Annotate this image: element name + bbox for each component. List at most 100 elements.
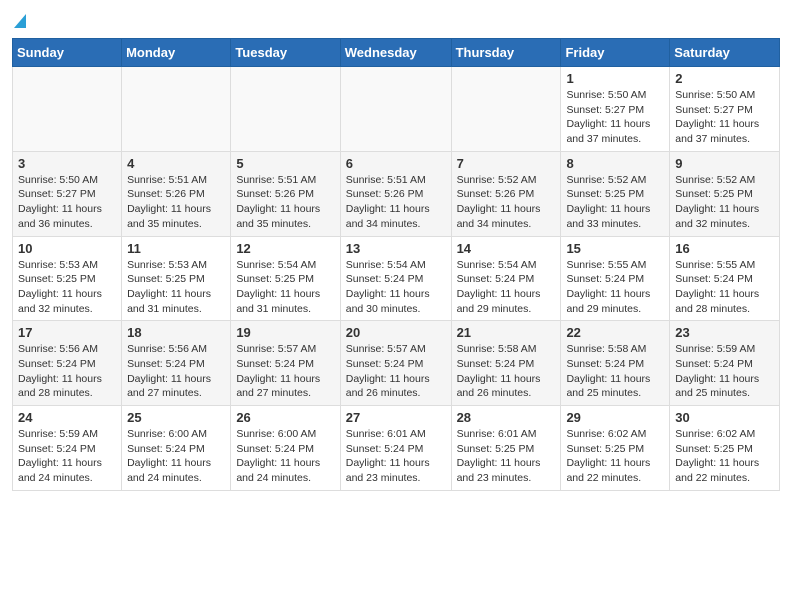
day-number: 3 [18, 156, 116, 171]
weekday-header-thursday: Thursday [451, 39, 561, 67]
day-info: Sunrise: 5:52 AM Sunset: 5:25 PM Dayligh… [675, 173, 774, 232]
weekday-header-sunday: Sunday [13, 39, 122, 67]
day-info: Sunrise: 5:55 AM Sunset: 5:24 PM Dayligh… [675, 258, 774, 317]
calendar-container: SundayMondayTuesdayWednesdayThursdayFrid… [0, 0, 792, 503]
logo [12, 14, 26, 30]
calendar-cell: 29Sunrise: 6:02 AM Sunset: 5:25 PM Dayli… [561, 406, 670, 491]
day-info: Sunrise: 5:50 AM Sunset: 5:27 PM Dayligh… [18, 173, 116, 232]
calendar-cell: 4 Sunrise: 5:51 AM Sunset: 5:26 PM Daylig… [122, 151, 231, 236]
calendar-cell: 14 Sunrise: 5:54 AM Sunset: 5:24 PM Dayli… [451, 236, 561, 321]
weekday-header-saturday: Saturday [670, 39, 780, 67]
calendar-cell [340, 67, 451, 152]
day-number: 21 [457, 325, 556, 340]
calendar-cell: 9Sunrise: 5:52 AM Sunset: 5:25 PM Daylig… [670, 151, 780, 236]
calendar-cell: 24 Sunrise: 5:59 AM Sunset: 5:24 PM Dayli… [13, 406, 122, 491]
calendar-cell: 1 Sunrise: 5:50 AM Sunset: 5:27 PM Daylig… [561, 67, 670, 152]
day-info: Sunrise: 5:56 AM Sunset: 5:24 PM Dayligh… [127, 342, 225, 401]
weekday-header-friday: Friday [561, 39, 670, 67]
day-info: Sunrise: 6:00 AM Sunset: 5:24 PM Dayligh… [236, 427, 334, 486]
day-number: 8 [566, 156, 664, 171]
calendar-cell [13, 67, 122, 152]
calendar-cell: 5Sunrise: 5:51 AM Sunset: 5:26 PM Daylig… [231, 151, 340, 236]
calendar-cell: 30 Sunrise: 6:02 AM Sunset: 5:25 PM Dayli… [670, 406, 780, 491]
calendar-cell: 8 Sunrise: 5:52 AM Sunset: 5:25 PM Daylig… [561, 151, 670, 236]
day-number: 29 [566, 410, 664, 425]
calendar-cell: 19 Sunrise: 5:57 AM Sunset: 5:24 PM Dayli… [231, 321, 340, 406]
day-info: Sunrise: 5:54 AM Sunset: 5:24 PM Dayligh… [457, 258, 556, 317]
day-number: 15 [566, 241, 664, 256]
day-info: Sunrise: 5:51 AM Sunset: 5:26 PM Dayligh… [127, 173, 225, 232]
day-info: Sunrise: 5:58 AM Sunset: 5:24 PM Dayligh… [457, 342, 556, 401]
calendar-week-3: 10 Sunrise: 5:53 AM Sunset: 5:25 PM Dayli… [13, 236, 780, 321]
day-number: 7 [457, 156, 556, 171]
calendar-cell: 3 Sunrise: 5:50 AM Sunset: 5:27 PM Daylig… [13, 151, 122, 236]
calendar-week-1: 1 Sunrise: 5:50 AM Sunset: 5:27 PM Daylig… [13, 67, 780, 152]
calendar-cell [122, 67, 231, 152]
calendar-week-5: 24 Sunrise: 5:59 AM Sunset: 5:24 PM Dayli… [13, 406, 780, 491]
calendar-cell: 25 Sunrise: 6:00 AM Sunset: 5:24 PM Dayli… [122, 406, 231, 491]
day-info: Sunrise: 5:50 AM Sunset: 5:27 PM Dayligh… [675, 88, 774, 147]
weekday-header-row: SundayMondayTuesdayWednesdayThursdayFrid… [13, 39, 780, 67]
calendar-cell [231, 67, 340, 152]
calendar-cell [451, 67, 561, 152]
calendar-cell: 12 Sunrise: 5:54 AM Sunset: 5:25 PM Dayli… [231, 236, 340, 321]
day-number: 10 [18, 241, 116, 256]
calendar-cell: 27Sunrise: 6:01 AM Sunset: 5:24 PM Dayli… [340, 406, 451, 491]
calendar-cell: 18 Sunrise: 5:56 AM Sunset: 5:24 PM Dayli… [122, 321, 231, 406]
calendar-cell: 11 Sunrise: 5:53 AM Sunset: 5:25 PM Dayli… [122, 236, 231, 321]
day-info: Sunrise: 5:59 AM Sunset: 5:24 PM Dayligh… [18, 427, 116, 486]
calendar-cell: 10 Sunrise: 5:53 AM Sunset: 5:25 PM Dayli… [13, 236, 122, 321]
day-number: 23 [675, 325, 774, 340]
calendar-cell: 16 Sunrise: 5:55 AM Sunset: 5:24 PM Dayli… [670, 236, 780, 321]
day-number: 25 [127, 410, 225, 425]
day-info: Sunrise: 5:53 AM Sunset: 5:25 PM Dayligh… [18, 258, 116, 317]
day-info: Sunrise: 5:57 AM Sunset: 5:24 PM Dayligh… [346, 342, 446, 401]
day-number: 1 [566, 71, 664, 86]
calendar-table: SundayMondayTuesdayWednesdayThursdayFrid… [12, 38, 780, 491]
day-number: 5 [236, 156, 334, 171]
day-number: 22 [566, 325, 664, 340]
day-number: 16 [675, 241, 774, 256]
day-number: 24 [18, 410, 116, 425]
day-number: 14 [457, 241, 556, 256]
calendar-cell: 21 Sunrise: 5:58 AM Sunset: 5:24 PM Dayli… [451, 321, 561, 406]
day-number: 18 [127, 325, 225, 340]
day-info: Sunrise: 5:53 AM Sunset: 5:25 PM Dayligh… [127, 258, 225, 317]
day-info: Sunrise: 5:52 AM Sunset: 5:26 PM Dayligh… [457, 173, 556, 232]
day-number: 27 [346, 410, 446, 425]
day-number: 12 [236, 241, 334, 256]
day-number: 30 [675, 410, 774, 425]
day-info: Sunrise: 5:58 AM Sunset: 5:24 PM Dayligh… [566, 342, 664, 401]
calendar-cell: 17Sunrise: 5:56 AM Sunset: 5:24 PM Dayli… [13, 321, 122, 406]
calendar-cell: 26 Sunrise: 6:00 AM Sunset: 5:24 PM Dayli… [231, 406, 340, 491]
day-number: 19 [236, 325, 334, 340]
calendar-cell: 15 Sunrise: 5:55 AM Sunset: 5:24 PM Dayli… [561, 236, 670, 321]
day-info: Sunrise: 5:54 AM Sunset: 5:24 PM Dayligh… [346, 258, 446, 317]
day-info: Sunrise: 6:02 AM Sunset: 5:25 PM Dayligh… [675, 427, 774, 486]
day-info: Sunrise: 5:55 AM Sunset: 5:24 PM Dayligh… [566, 258, 664, 317]
day-number: 13 [346, 241, 446, 256]
calendar-week-2: 3 Sunrise: 5:50 AM Sunset: 5:27 PM Daylig… [13, 151, 780, 236]
day-info: Sunrise: 5:50 AM Sunset: 5:27 PM Dayligh… [566, 88, 664, 147]
day-info: Sunrise: 5:52 AM Sunset: 5:25 PM Dayligh… [566, 173, 664, 232]
day-info: Sunrise: 6:00 AM Sunset: 5:24 PM Dayligh… [127, 427, 225, 486]
calendar-cell: 20 Sunrise: 5:57 AM Sunset: 5:24 PM Dayli… [340, 321, 451, 406]
logo-triangle-icon [14, 14, 26, 28]
calendar-cell: 7 Sunrise: 5:52 AM Sunset: 5:26 PM Daylig… [451, 151, 561, 236]
day-number: 4 [127, 156, 225, 171]
day-number: 26 [236, 410, 334, 425]
day-info: Sunrise: 5:56 AM Sunset: 5:24 PM Dayligh… [18, 342, 116, 401]
header [12, 10, 780, 30]
day-number: 2 [675, 71, 774, 86]
weekday-header-tuesday: Tuesday [231, 39, 340, 67]
calendar-cell: 23Sunrise: 5:59 AM Sunset: 5:24 PM Dayli… [670, 321, 780, 406]
day-info: Sunrise: 5:54 AM Sunset: 5:25 PM Dayligh… [236, 258, 334, 317]
day-number: 20 [346, 325, 446, 340]
day-info: Sunrise: 5:57 AM Sunset: 5:24 PM Dayligh… [236, 342, 334, 401]
day-number: 11 [127, 241, 225, 256]
day-number: 28 [457, 410, 556, 425]
calendar-cell: 6Sunrise: 5:51 AM Sunset: 5:26 PM Daylig… [340, 151, 451, 236]
day-info: Sunrise: 5:51 AM Sunset: 5:26 PM Dayligh… [346, 173, 446, 232]
calendar-cell: 2 Sunrise: 5:50 AM Sunset: 5:27 PM Daylig… [670, 67, 780, 152]
calendar-cell: 22 Sunrise: 5:58 AM Sunset: 5:24 PM Dayli… [561, 321, 670, 406]
